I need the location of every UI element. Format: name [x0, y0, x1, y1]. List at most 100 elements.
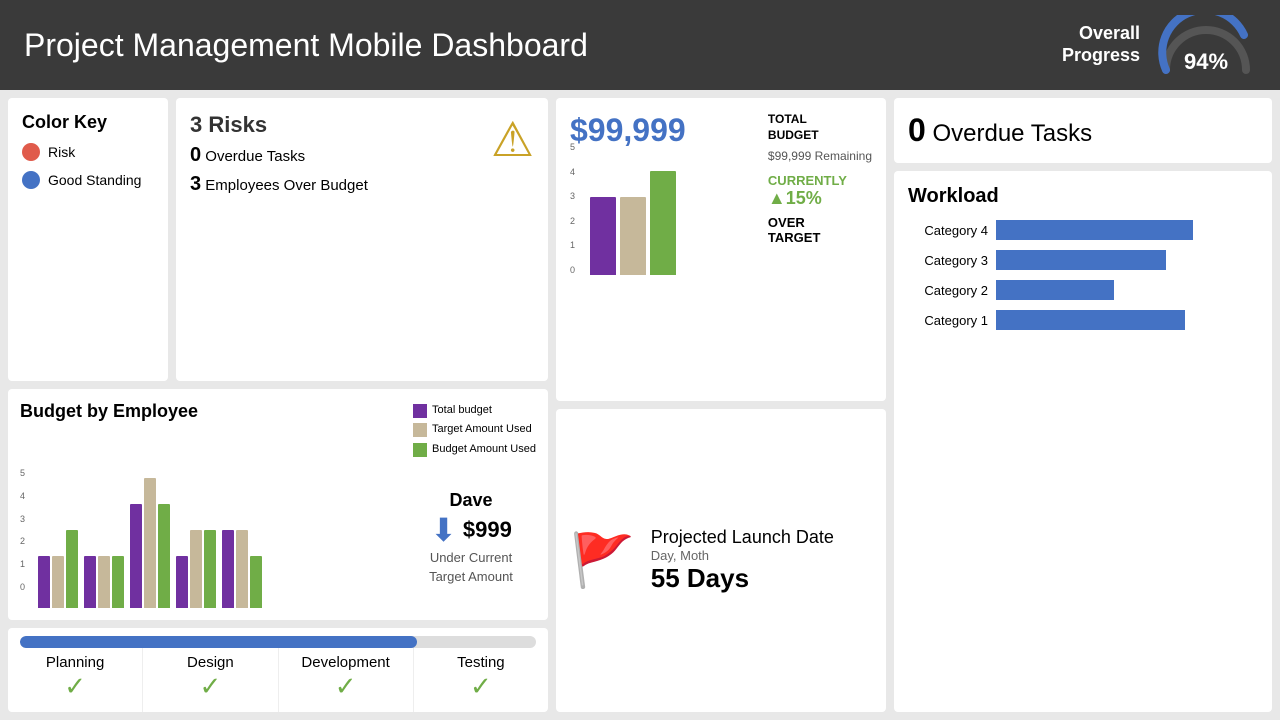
- workload-row-cat1: Category 1: [908, 310, 1258, 330]
- bar-green: [112, 556, 124, 608]
- overdue-label: Overdue Tasks: [932, 120, 1092, 147]
- budget-summary-top: $99,999 012345 TOTALBUDGET: [570, 112, 872, 275]
- employees-label: Employees Over Budget: [205, 177, 368, 194]
- page-title: Project Management Mobile Dashboard: [24, 27, 588, 64]
- dave-name: Dave: [406, 490, 536, 511]
- progress-bar-outer: [20, 636, 536, 648]
- workload-card: Workload Category 4 Category 3 Category …: [894, 171, 1272, 712]
- bar-group-5: [222, 530, 262, 608]
- phase-design: Design ✓: [143, 648, 278, 712]
- warning-icon: ⚠: [491, 112, 534, 168]
- right-column: 0 Overdue Tasks Workload Category 4 Cate…: [894, 98, 1272, 712]
- bar-green: [158, 504, 170, 608]
- dave-amount-row: ⬇ $999: [406, 511, 536, 549]
- workload-cat2-label: Category 2: [908, 283, 988, 298]
- color-key-card: Color Key Risk Good Standing: [8, 98, 168, 381]
- bar-purple: [130, 504, 142, 608]
- check-development: ✓: [283, 671, 409, 702]
- legend-target: Target Amount Used: [413, 420, 536, 440]
- bar-green: [66, 530, 78, 608]
- color-key-title: Color Key: [22, 112, 154, 133]
- y-axis: 012345: [20, 468, 25, 592]
- risk-dot: [22, 143, 40, 161]
- over-target-label: OVERTARGET: [768, 215, 872, 245]
- workload-cat1-bar: [996, 310, 1185, 330]
- dave-amount: $999: [463, 517, 512, 543]
- workload-title: Workload: [908, 185, 1258, 208]
- progress-bar-section: [8, 628, 548, 648]
- currently-label: CURRENTLY: [768, 173, 872, 188]
- legend-swatch-purple: [413, 404, 427, 418]
- remaining-label: $99,999 Remaining: [768, 149, 872, 163]
- phase-testing: Testing ✓: [414, 648, 548, 712]
- workload-row-cat2: Category 2: [908, 280, 1258, 300]
- legend-budget: Budget Amount Used: [413, 440, 536, 460]
- launch-info: Projected Launch Date Day, Moth 55 Days: [651, 527, 834, 594]
- workload-cat2-bar: [996, 280, 1114, 300]
- good-label: Good Standing: [48, 172, 141, 188]
- workload-cat2-bar-outer: [996, 280, 1258, 300]
- center-bars: 012345: [570, 155, 758, 275]
- center-bar-group: [590, 171, 676, 275]
- phase-design-label: Design: [147, 654, 273, 671]
- legend-swatch-green: [413, 443, 427, 457]
- bar-tan: [52, 556, 64, 608]
- workload-cat4-bar-outer: [996, 220, 1258, 240]
- overdue-metric: 0 Overdue Tasks: [190, 144, 534, 167]
- legend-total: Total budget: [413, 401, 536, 421]
- risk-label: Risk: [48, 144, 75, 160]
- center-bar-green: [650, 171, 676, 275]
- phases-row: Planning ✓ Design ✓ Development ✓ Testin…: [8, 648, 548, 712]
- overall-label: OverallProgress: [1062, 23, 1140, 66]
- phase-planning-label: Planning: [12, 654, 138, 671]
- budget-card: Budget by Employee Total budget Target A…: [8, 389, 548, 620]
- key-item-risk: Risk: [22, 143, 154, 161]
- bar-tan: [144, 478, 156, 608]
- workload-row-cat4: Category 4: [908, 220, 1258, 240]
- phase-development-label: Development: [283, 654, 409, 671]
- phase-card: Planning ✓ Design ✓ Development ✓ Testin…: [8, 628, 548, 712]
- center-bar-purple: [590, 197, 616, 275]
- bar-green: [204, 530, 216, 608]
- workload-cat1-bar-outer: [996, 310, 1258, 330]
- pct-label: ▲15%: [768, 188, 872, 209]
- down-arrow-icon: ⬇: [430, 511, 457, 549]
- bar-green: [250, 556, 262, 608]
- workload-cat4-bar: [996, 220, 1193, 240]
- legend-target-label: Target Amount Used: [432, 420, 532, 440]
- bar-group-2: [84, 556, 124, 608]
- check-testing: ✓: [418, 671, 544, 702]
- gauge-value: 94%: [1184, 49, 1228, 75]
- overall-progress: OverallProgress 94%: [1062, 15, 1256, 75]
- bar-group-3: [130, 478, 170, 608]
- budget-big-number: $99,999: [570, 112, 758, 149]
- dave-section: Dave ⬇ $999 Under CurrentTarget Amount: [406, 468, 536, 608]
- risks-card: 3 Risks 0 Overdue Tasks 3 Employees Over…: [176, 98, 548, 381]
- bar-tan: [236, 530, 248, 608]
- flag-icon: 🚩: [570, 530, 635, 591]
- left-top-row: Color Key Risk Good Standing 3 Risks 0 O…: [8, 98, 548, 381]
- risks-count: 3: [190, 112, 202, 137]
- workload-cat3-bar-outer: [996, 250, 1258, 270]
- launch-card: 🚩 Projected Launch Date Day, Moth 55 Day…: [556, 409, 886, 712]
- left-bottom: Budget by Employee Total budget Target A…: [8, 389, 548, 712]
- bar-purple: [84, 556, 96, 608]
- progress-bar-inner: [20, 636, 417, 648]
- launch-sub: Day, Moth: [651, 548, 834, 563]
- bar-tan: [98, 556, 110, 608]
- bar-purple: [176, 556, 188, 608]
- budget-legend: Total budget Target Amount Used Budget A…: [413, 401, 536, 460]
- overdue-card: 0 Overdue Tasks: [894, 98, 1272, 163]
- workload-row-cat3: Category 3: [908, 250, 1258, 270]
- phase-planning: Planning ✓: [8, 648, 143, 712]
- workload-cat1-label: Category 1: [908, 313, 988, 328]
- budget-title: Budget by Employee: [20, 401, 198, 422]
- employees-count: 3: [190, 173, 201, 195]
- budget-card-header: Budget by Employee Total budget Target A…: [20, 401, 536, 460]
- center-bar-tan: [620, 197, 646, 275]
- center-column: $99,999 012345 TOTALBUDGET: [556, 98, 886, 712]
- launch-title: Projected Launch Date: [651, 527, 834, 548]
- overdue-count: 0: [190, 144, 201, 166]
- header: Project Management Mobile Dashboard Over…: [0, 0, 1280, 90]
- overdue-label-small: Overdue Tasks: [205, 148, 305, 165]
